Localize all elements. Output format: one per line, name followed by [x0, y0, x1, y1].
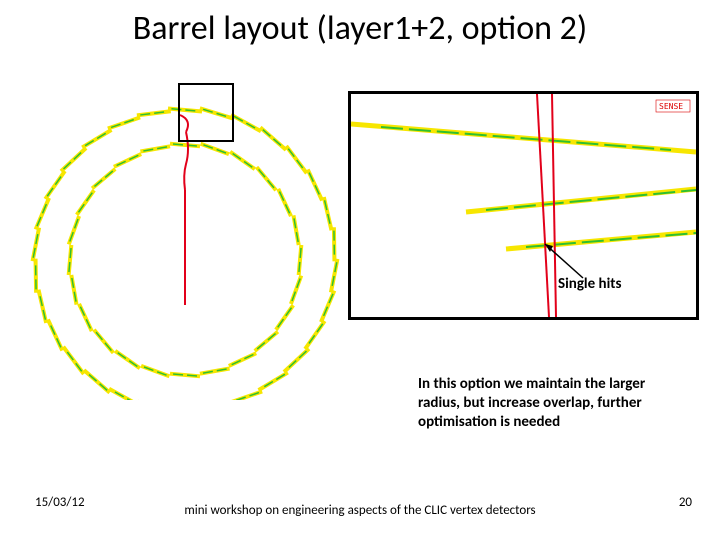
single-hits-label: Single hits	[558, 275, 621, 293]
stave-segment	[109, 389, 139, 400]
zoom-box	[178, 83, 234, 142]
page-title: Barrel layout (layer1+2, option 2)	[0, 8, 720, 49]
inset-zoom: SENSE	[348, 91, 699, 320]
stave-mid	[466, 189, 696, 212]
body-text: In this option we maintain the larger ra…	[418, 375, 678, 431]
sense-badge-label: SENSE	[659, 102, 683, 111]
stave-top	[351, 124, 696, 152]
stave-dash	[80, 307, 90, 329]
stave-bot	[506, 232, 696, 249]
footer-page: 20	[679, 495, 692, 510]
footer-center: mini workshop on engineering aspects of …	[0, 503, 720, 518]
